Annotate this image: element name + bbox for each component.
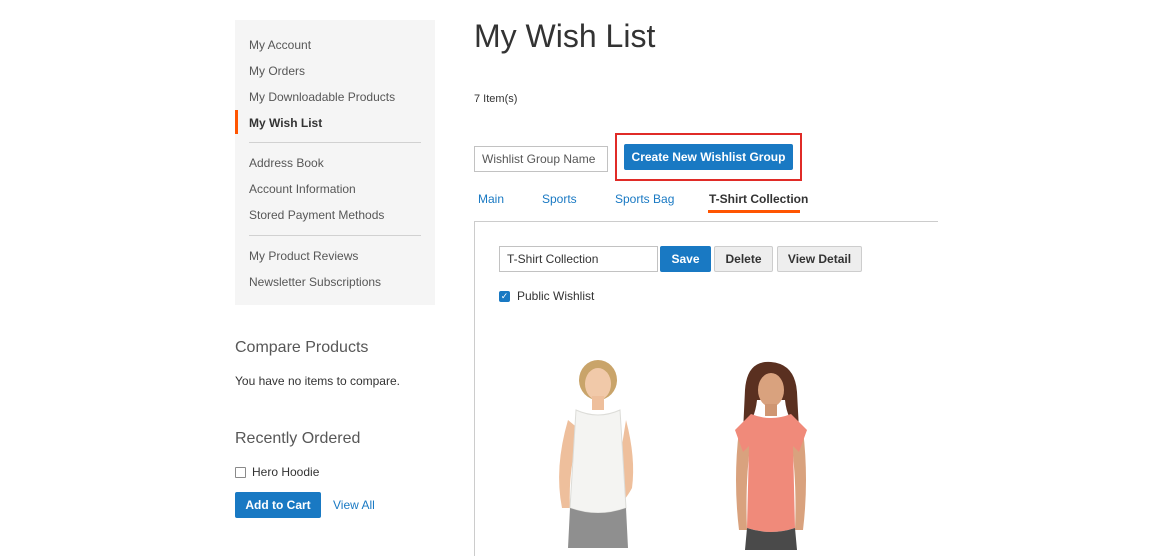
recently-ordered-item-label: Hero Hoodie <box>252 465 320 479</box>
compare-empty-text: You have no items to compare. <box>235 374 400 388</box>
wishlist-group-name-placeholder: Wishlist Group Name <box>482 152 596 166</box>
wishlist-item-count: 7 Item(s) <box>474 93 518 105</box>
product-image-white-tank[interactable] <box>540 358 640 548</box>
sidebar-item-product-reviews[interactable]: My Product Reviews <box>249 249 358 263</box>
sidebar-item-my-wish-list[interactable]: My Wish List <box>249 116 322 130</box>
check-icon: ✓ <box>500 290 509 301</box>
recently-ordered-item-checkbox[interactable] <box>235 466 246 478</box>
sidebar-item-newsletter-subscriptions[interactable]: Newsletter Subscriptions <box>249 275 381 289</box>
public-wishlist-label: Public Wishlist <box>517 289 595 303</box>
tab-t-shirt-collection[interactable]: T-Shirt Collection <box>709 192 808 206</box>
sidebar-item-my-account[interactable]: My Account <box>249 38 311 52</box>
compare-products-title: Compare Products <box>235 339 369 356</box>
view-all-link[interactable]: View All <box>333 498 375 512</box>
public-wishlist-checkbox[interactable]: ✓ <box>499 290 510 302</box>
nav-divider <box>249 235 421 236</box>
group-name-value: T-Shirt Collection <box>507 252 599 266</box>
active-tab-indicator <box>708 210 800 213</box>
sidebar-item-my-orders[interactable]: My Orders <box>249 64 305 78</box>
account-sidebar-nav: My Account My Orders My Downloadable Pro… <box>235 20 435 305</box>
sidebar-item-stored-payment-methods[interactable]: Stored Payment Methods <box>249 208 384 222</box>
active-nav-indicator <box>235 110 238 134</box>
add-to-cart-button[interactable]: Add to Cart <box>235 492 321 518</box>
sidebar-item-account-information[interactable]: Account Information <box>249 182 356 196</box>
group-name-field[interactable]: T-Shirt Collection <box>499 246 658 272</box>
create-wishlist-group-button[interactable]: Create New Wishlist Group <box>624 144 793 170</box>
public-wishlist-option: ✓ Public Wishlist <box>499 289 594 303</box>
view-detail-button[interactable]: View Detail <box>777 246 862 272</box>
recently-ordered-item: Hero Hoodie <box>235 465 319 479</box>
sidebar-item-downloadable-products[interactable]: My Downloadable Products <box>249 90 395 104</box>
tab-main[interactable]: Main <box>478 192 504 206</box>
tab-sports[interactable]: Sports <box>542 192 577 206</box>
product-image-coral-tee[interactable] <box>715 360 825 550</box>
save-button[interactable]: Save <box>660 246 711 272</box>
nav-divider <box>249 142 421 143</box>
sidebar-item-address-book[interactable]: Address Book <box>249 156 324 170</box>
recently-ordered-title: Recently Ordered <box>235 430 361 447</box>
wishlist-group-name-input[interactable]: Wishlist Group Name <box>474 146 608 172</box>
tab-sports-bag[interactable]: Sports Bag <box>615 192 674 206</box>
delete-button[interactable]: Delete <box>714 246 773 272</box>
page-title: My Wish List <box>474 18 656 54</box>
